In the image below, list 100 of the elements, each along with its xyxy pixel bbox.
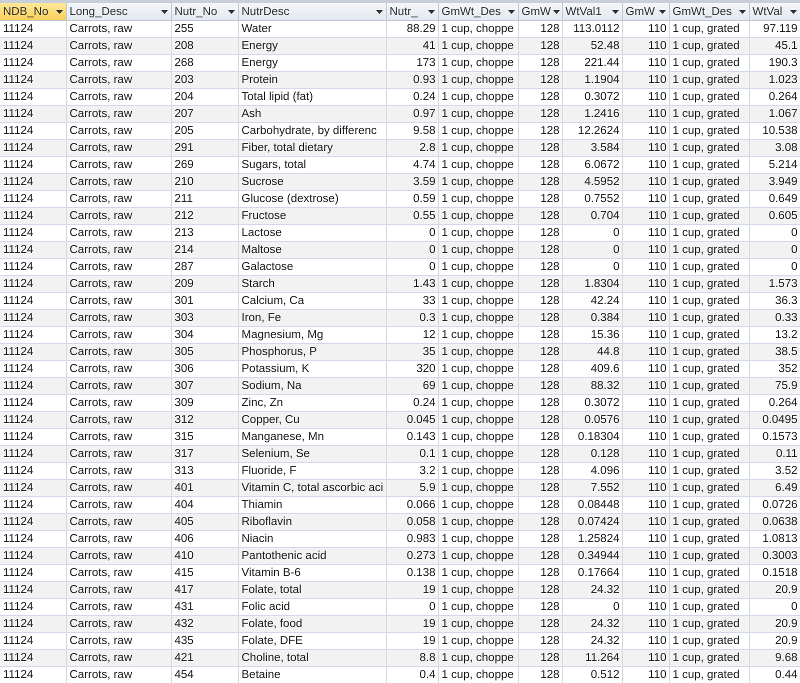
table-cell: 0.045 [386,412,438,428]
caret-icon[interactable] [612,10,618,14]
column-header[interactable]: GmW [622,3,669,20]
table-cell: 128 [518,276,562,292]
table-cell: 0.058 [386,514,438,530]
table-cell: 11124 [0,582,66,598]
table-cell: 11124 [0,242,66,258]
table-cell: Selenium, Se [238,446,386,462]
column-title: GmWt_Des [672,6,732,18]
table-cell: 1 cup, choppe [438,616,518,632]
table-cell: 24.32 [562,616,622,632]
table-cell: Sodium, Na [238,378,386,394]
table-cell: 110 [622,344,669,360]
table-cell: 1 cup, choppe [438,106,518,122]
table-cell: 2.8 [386,140,438,156]
table-cell: 317 [171,446,238,462]
table-cell: 405 [171,514,238,530]
table-cell: Carrots, raw [66,616,171,632]
table-cell: 417 [171,582,238,598]
table-cell: 20.9 [749,582,800,598]
table-cell: 0.1 [386,446,438,462]
table-cell: 0.384 [562,310,622,326]
column-header[interactable]: Long_Desc [66,3,171,20]
table-cell: Pantothenic acid [238,548,386,564]
table-cell: 128 [518,650,562,666]
column-header[interactable]: NDB_No [0,3,66,20]
table-cell: 1 cup, grated [669,242,749,258]
table-cell: 410 [171,548,238,564]
column-header[interactable]: GmWt_Des [438,3,518,20]
table-cell: Carrots, raw [66,344,171,360]
column-header[interactable]: GmW [518,3,562,20]
table-cell: Carrots, raw [66,514,171,530]
table-cell: 0.93 [386,72,438,88]
table-cell: 128 [518,72,562,88]
table-cell: 0.33 [749,310,800,326]
table-cell: 421 [171,650,238,666]
table-cell: 1 cup, choppe [438,38,518,54]
table-cell: 0 [562,242,622,258]
table-cell: Carrots, raw [66,412,171,428]
table-cell: 110 [622,310,669,326]
table-cell: Fiber, total dietary [238,140,386,156]
table-cell: Carrots, raw [66,242,171,258]
table-cell: 128 [518,140,562,156]
table-cell: Choline, total [238,650,386,666]
table-cell: Carrots, raw [66,140,171,156]
table-cell: 52.48 [562,38,622,54]
table-cell: 1.43 [386,276,438,292]
table-cell: 110 [622,480,669,496]
table-cell: 128 [518,38,562,54]
table-cell: 1 cup, grated [669,276,749,292]
table-cell: 1 cup, grated [669,106,749,122]
table-cell: 1 cup, grated [669,140,749,156]
table-cell: 1 cup, grated [669,72,749,88]
caret-icon[interactable] [790,10,796,14]
table-cell: Carrots, raw [66,208,171,224]
caret-icon[interactable] [552,10,560,14]
table-cell: 1 cup, choppe [438,446,518,462]
caret-icon[interactable] [56,10,62,14]
table-cell: 11124 [0,616,66,632]
table-cell: 1 cup, grated [669,208,749,224]
table-cell: 1 cup, grated [669,174,749,190]
column-header[interactable]: NutrDesc [238,3,386,20]
table-cell: 401 [171,480,238,496]
table-cell: 0.0576 [562,412,622,428]
table-cell: 209 [171,276,238,292]
column-title: GmW [626,6,655,18]
table-cell: 1 cup, grated [669,412,749,428]
caret-icon[interactable] [658,10,666,14]
table-cell: 1 cup, choppe [438,666,518,683]
caret-icon[interactable] [160,10,168,14]
caret-icon[interactable] [376,10,382,14]
table-cell: 0.605 [749,208,800,224]
column-header[interactable]: WtVal1 [562,3,622,20]
table-cell: 0 [386,242,438,258]
table-cell: Fructose [238,208,386,224]
column-header[interactable]: WtVal [749,3,800,20]
table-cell: 11124 [0,344,66,360]
caret-icon[interactable] [738,10,746,14]
table-cell: Starch [238,276,386,292]
table-cell: Carrots, raw [66,650,171,666]
table-cell: 1 cup, choppe [438,242,518,258]
column-header[interactable]: Nutr_ [386,3,438,20]
column-header[interactable]: Nutr_No [171,3,238,20]
table-cell: 1 cup, grated [669,310,749,326]
caret-icon[interactable] [428,10,434,14]
table-cell: 110 [622,650,669,666]
table-cell: 128 [518,666,562,683]
table-cell: 11124 [0,106,66,122]
table-cell: 1 cup, choppe [438,582,518,598]
table-cell: 1 cup, choppe [438,378,518,394]
table-cell: 110 [622,514,669,530]
table-cell: 1 cup, grated [669,650,749,666]
caret-icon[interactable] [508,10,514,14]
table-cell: Carrots, raw [66,38,171,54]
table-cell: 0.3 [386,310,438,326]
table-cell: 69 [386,378,438,394]
table-cell: 11124 [0,412,66,428]
caret-icon[interactable] [228,10,234,14]
column-header[interactable]: GmWt_Des [669,3,749,20]
table-cell: 6.49 [749,480,800,496]
